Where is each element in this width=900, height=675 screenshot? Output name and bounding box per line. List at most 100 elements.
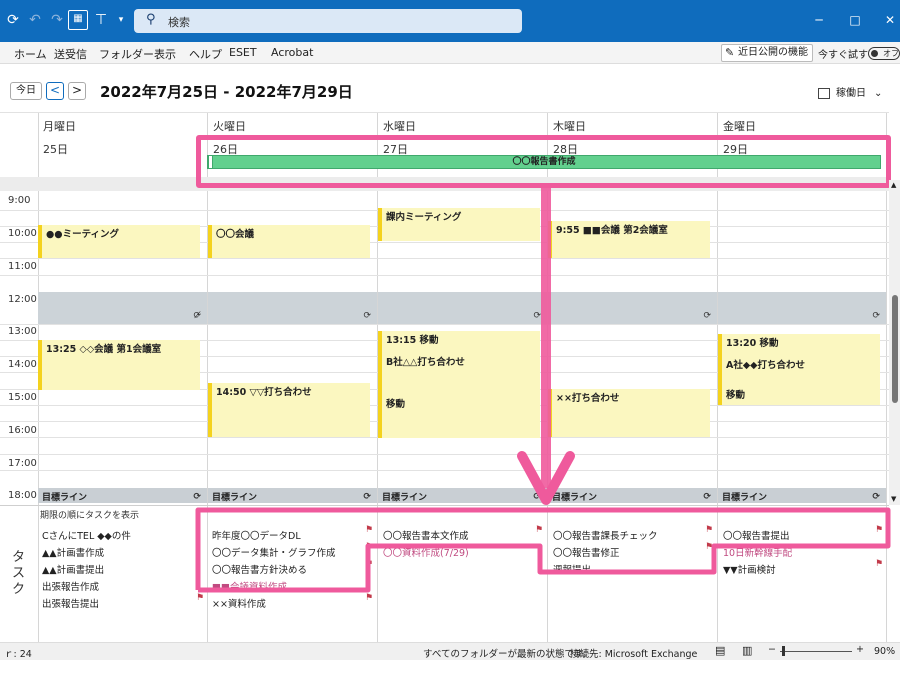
zoom-slider-thumb[interactable] xyxy=(782,646,785,656)
menu-folder[interactable]: フォルダー xyxy=(99,46,154,62)
task-item[interactable]: 出張報告提出 xyxy=(42,596,99,610)
event-title: 13:15 移動 xyxy=(386,335,439,346)
filter-icon[interactable]: ⊤ xyxy=(92,11,110,29)
menu-help[interactable]: ヘルプ xyxy=(189,46,222,62)
arrow-head-icon xyxy=(517,451,575,505)
task-item[interactable]: 出張報告作成 xyxy=(42,579,99,593)
event-wed-meeting[interactable]: 課内ミーティング xyxy=(378,208,540,241)
task-item[interactable]: ××資料作成 xyxy=(212,596,266,610)
day-name-thu: 木曜日 xyxy=(553,120,586,133)
today-button[interactable]: 今日 xyxy=(10,82,42,100)
grid-line xyxy=(0,112,889,113)
toggle-knob xyxy=(871,50,878,57)
goal-line-event[interactable]: 目標ライン ⟳ xyxy=(718,488,886,503)
day-number-mon[interactable]: 25日 xyxy=(43,141,68,157)
lunch-block[interactable]: ⟳ xyxy=(208,292,377,324)
scroll-up-icon[interactable]: ▲ xyxy=(891,181,896,189)
date-range-title: 2022年7月25日 - 2022年7月29日 xyxy=(100,83,353,101)
task-item[interactable]: CさんにTEL ◆◆の件 xyxy=(42,528,131,542)
event-title: 目標ライン xyxy=(212,493,258,503)
zoom-slider[interactable] xyxy=(780,651,852,652)
zoom-in-button[interactable]: + xyxy=(856,644,864,655)
try-now-label: 今すぐ試す xyxy=(818,50,868,61)
scroll-down-icon[interactable]: ▼ xyxy=(891,495,896,503)
sync-icon[interactable]: ⟳ xyxy=(4,11,22,29)
coming-soon-label: 近日公開の機能 xyxy=(738,47,808,58)
event-mon-conf[interactable]: 13:25 ◇◇会議 第1会議室 xyxy=(38,340,200,390)
zoom-out-button[interactable]: − xyxy=(768,644,776,655)
event-mon-meeting[interactable]: ●●ミーティング xyxy=(38,225,200,258)
menu-home[interactable]: ホーム xyxy=(14,46,47,62)
item-count: ｒ: 24 xyxy=(4,649,32,660)
goal-line-event[interactable]: 目標ライン ⟳ xyxy=(208,488,377,503)
grid-line xyxy=(0,258,889,259)
flag-icon[interactable]: ⚑ xyxy=(196,593,204,603)
toggle-label: オフ xyxy=(883,49,899,58)
menu-eset[interactable]: ESET xyxy=(229,46,257,59)
event-title: 13:25 ◇◇会議 第1会議室 xyxy=(46,344,162,355)
menu-view[interactable]: 表示 xyxy=(154,46,176,62)
undo-icon[interactable]: ↶ xyxy=(26,11,44,29)
recurring-icon: ⟳ xyxy=(193,492,201,502)
lunch-block[interactable]: ⟳ xyxy=(548,292,717,324)
menu-bar: ホーム 送受信 フォルダー 表示 ヘルプ ESET Acrobat ✎ 近日公開… xyxy=(0,42,900,64)
menu-send-receive[interactable]: 送受信 xyxy=(54,46,87,62)
view-label: 稼働日 xyxy=(836,88,866,99)
coming-soon-button[interactable]: ✎ 近日公開の機能 xyxy=(721,44,813,62)
event-tue-meeting[interactable]: 〇〇会議 xyxy=(208,225,370,258)
scrollbar-thumb[interactable] xyxy=(892,295,898,403)
lunch-block[interactable]: ⟳̸ xyxy=(38,292,207,324)
prev-week-button[interactable]: < xyxy=(46,82,64,100)
redo-icon[interactable]: ↷ xyxy=(48,11,66,29)
customize-toolbar-icon[interactable]: ▾ xyxy=(112,11,130,29)
recurring-icon: ⟳ xyxy=(872,311,880,321)
recurring-icon: ⟳ xyxy=(872,492,880,502)
view-selector[interactable]: 稼働日 ⌄ xyxy=(818,84,882,99)
event-wed-block[interactable]: 13:15 移動 B社△△打ち合わせ 移動 xyxy=(378,331,540,438)
event-title: B社△△打ち合わせ xyxy=(386,357,465,368)
event-title: 9:55 ■■会議 第2会議室 xyxy=(556,225,668,236)
next-week-button[interactable]: > xyxy=(68,82,86,100)
event-thu-conf[interactable]: 9:55 ■■会議 第2会議室 xyxy=(548,221,710,258)
task-item[interactable]: ▲▲計画書提出 xyxy=(42,562,104,576)
minimize-button[interactable]: ─ xyxy=(809,12,829,28)
task-sort-label[interactable]: 期限の順にタスクを表示 xyxy=(40,508,139,521)
event-title: 13:20 移動 xyxy=(726,338,779,349)
event-title: ●●ミーティング xyxy=(46,229,120,240)
event-tue-meet2[interactable]: 14:50 ▽▽打ち合わせ xyxy=(208,383,370,437)
time-label: 15:00 xyxy=(8,392,37,403)
reading-view-icon[interactable]: ▥ xyxy=(742,644,752,657)
status-bar: ｒ: 24 すべてのフォルダーが最新の状態です。 接続先: Microsoft … xyxy=(0,642,900,660)
maximize-button[interactable]: □ xyxy=(845,12,865,28)
sync-status: すべてのフォルダーが最新の状態です。 xyxy=(423,649,593,660)
event-fri-block[interactable]: 13:20 移動 A社◆◆打ち合わせ 移動 xyxy=(718,334,880,405)
feature-toggle[interactable]: オフ xyxy=(868,47,900,60)
task-item[interactable]: ▲▲計画書作成 xyxy=(42,545,104,559)
lunch-block[interactable]: ⟳ xyxy=(378,292,547,324)
highlight-box xyxy=(196,135,891,188)
event-thu-meet[interactable]: ××打ち合わせ xyxy=(548,389,710,437)
connection-status: 接続先: Microsoft Exchange xyxy=(570,649,698,660)
close-button[interactable]: ✕ xyxy=(880,12,900,28)
calendar-view-icon[interactable]: ▦ xyxy=(68,10,88,30)
search-input[interactable]: ⚲ 検索 xyxy=(134,9,522,33)
lunch-block[interactable]: ⟳ xyxy=(718,292,886,324)
zoom-level[interactable]: 90% xyxy=(874,646,895,657)
grid-line xyxy=(0,470,889,471)
event-title: 目標ライン xyxy=(382,493,428,503)
highlight-outline xyxy=(195,507,891,593)
flag-icon[interactable]: ⚑ xyxy=(365,593,373,603)
goal-line-event[interactable]: 目標ライン ⟳ xyxy=(38,488,207,503)
search-placeholder: 検索 xyxy=(168,16,190,29)
normal-view-icon[interactable]: ▤ xyxy=(715,644,725,657)
search-icon: ⚲ xyxy=(146,12,156,27)
event-title: 〇〇会議 xyxy=(216,229,255,240)
day-name-tue: 火曜日 xyxy=(213,120,246,133)
time-label: 17:00 xyxy=(8,458,37,469)
time-label: 12:00 xyxy=(8,294,37,305)
task-section-label: タスク xyxy=(12,550,26,597)
time-label: 14:00 xyxy=(8,359,37,370)
event-title: A社◆◆打ち合わせ xyxy=(726,360,805,371)
recurring-icon: ⟳ xyxy=(363,492,371,502)
menu-acrobat[interactable]: Acrobat xyxy=(271,46,313,59)
